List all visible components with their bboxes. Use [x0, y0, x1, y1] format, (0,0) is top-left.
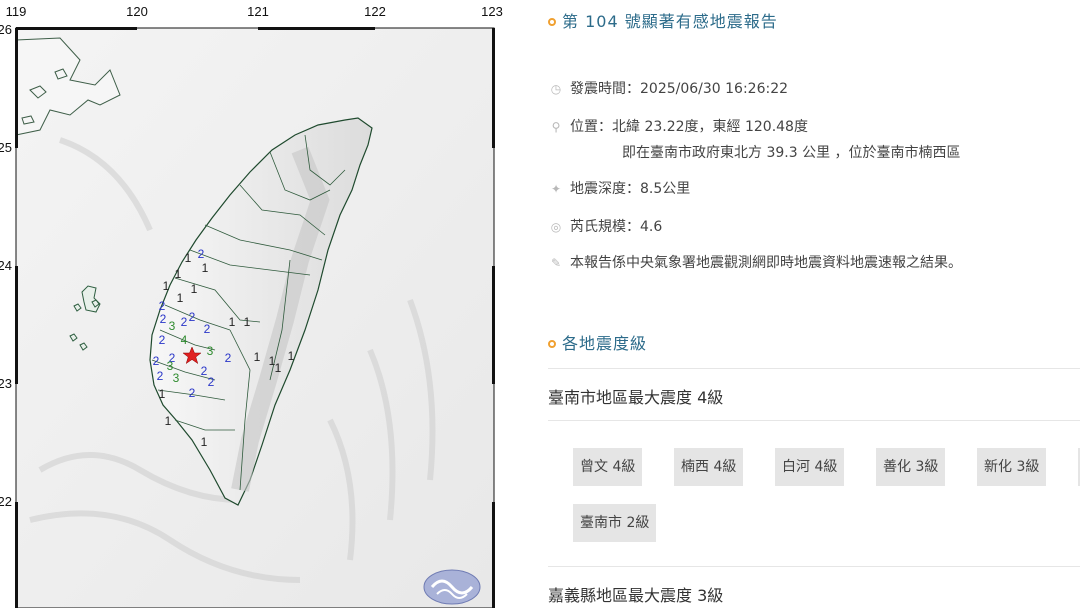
- station-intensity-value: 3: [169, 319, 176, 333]
- title-bullet-icon: [548, 18, 556, 26]
- depth-text: 地震深度：8.5公里: [570, 181, 691, 197]
- station-intensity-value: 1: [202, 261, 209, 275]
- depth-icon: ✦: [550, 182, 562, 196]
- station-intensity-value: 1: [275, 361, 282, 375]
- earthquake-report-panel: 第 104 號顯著有感地震報告 ◷ 發震時間：2025/06/30 16:26:2…: [548, 0, 1080, 608]
- intensity-section-title-text: 各地震度級: [562, 334, 648, 353]
- location-row: ⚲ 位置：北緯 23.22度，東經 120.48度: [548, 116, 808, 136]
- lon-label-121: 121: [247, 4, 269, 19]
- station-intensity-value: 2: [181, 315, 188, 329]
- lat-label-22: 22: [0, 494, 12, 509]
- station-intensity-value: 2: [159, 333, 166, 347]
- station-intensity-value: 1: [185, 251, 192, 265]
- station-intensity-value: 2: [201, 364, 208, 378]
- station-intensity-value: 2: [189, 386, 196, 400]
- location-detail: 即在臺南市政府東北方 39.3 公里 ，位於臺南市楠西區: [622, 145, 961, 161]
- station-intensity-value: 2: [204, 322, 211, 336]
- station-intensity-value: 1: [244, 315, 251, 329]
- lat-label-23: 23: [0, 376, 12, 391]
- station-tag: 善化 3級: [876, 448, 946, 486]
- intensity-map: 119 120 121 122 123 26 25 24 23 22 21111…: [0, 0, 520, 608]
- station-intensity-value: 3: [173, 371, 180, 385]
- station-tag: 新化 3級: [977, 448, 1047, 486]
- station-intensity-value: 1: [201, 435, 208, 449]
- lon-label-119: 119: [6, 4, 27, 19]
- station-intensity-value: 2: [153, 354, 160, 368]
- station-intensity-value: 1: [288, 349, 295, 363]
- station-intensity-value: 2: [157, 369, 164, 383]
- lon-label-123: 123: [481, 4, 503, 19]
- note-row: ✎ 本報告係中央氣象署地震觀測網即時地震資料地震速報之結果。: [548, 252, 962, 272]
- lon-label-120: 120: [126, 4, 148, 19]
- station-intensity-value: 1: [229, 315, 236, 329]
- report-title-text: 第 104 號顯著有感地震報告: [562, 12, 778, 31]
- location-text: 位置：北緯 23.22度，東經 120.48度: [570, 119, 808, 135]
- station-intensity-value: 1: [175, 267, 182, 281]
- station-intensity-value: 1: [165, 414, 172, 428]
- origin-time-text: 發震時間：2025/06/30 16:26:22: [570, 81, 789, 97]
- magnitude-text: 芮氏規模：4.6: [570, 219, 663, 235]
- magnitude-row: ◎ 芮氏規模：4.6: [548, 216, 663, 236]
- intensity-section-title: 各地震度級: [548, 330, 647, 354]
- lat-label-26: 26: [0, 22, 12, 37]
- station-intensity-value: 2: [208, 375, 215, 389]
- station-intensity-value: 2: [189, 310, 196, 324]
- map-pin-icon: ⚲: [551, 120, 561, 134]
- station-tag: 楠西 4級: [674, 448, 744, 486]
- station-intensity-value: 4: [181, 333, 188, 347]
- lat-label-24: 24: [0, 258, 12, 273]
- station-intensity-value: 1: [191, 282, 198, 296]
- station-intensity-value: 1: [159, 387, 166, 401]
- report-title: 第 104 號顯著有感地震報告: [548, 8, 778, 32]
- divider: [548, 566, 1080, 567]
- lat-label-25: 25: [0, 140, 12, 155]
- station-intensity-value: 1: [177, 291, 184, 305]
- section-bullet-icon: [548, 340, 556, 348]
- cwa-logo: [423, 569, 481, 605]
- region-heading-chiayi: 嘉義縣地區最大震度 3級: [548, 586, 724, 605]
- depth-row: ✦ 地震深度：8.5公里: [548, 178, 690, 198]
- origin-time-row: ◷ 發震時間：2025/06/30 16:26:22: [548, 78, 788, 98]
- station-tag: 白河 4級: [775, 448, 845, 486]
- clock-icon: ◷: [550, 82, 562, 96]
- station-intensity-value: 1: [163, 279, 170, 293]
- station-tag: 曾文 4級: [573, 448, 643, 486]
- station-intensity-value: 1: [254, 350, 261, 364]
- note-text: 本報告係中央氣象署地震觀測網即時地震資料地震速報之結果。: [570, 255, 962, 271]
- map-canvas: 119 120 121 122 123 26 25 24 23 22 21111…: [0, 4, 503, 608]
- station-intensity-value: 2: [225, 351, 232, 365]
- magnitude-icon: ◎: [550, 220, 562, 234]
- divider: [548, 368, 1080, 369]
- station-intensity-value: 3: [207, 344, 214, 358]
- region-heading-tainan: 臺南市地區最大震度 4級: [548, 388, 724, 407]
- station-intensity-value: 2: [160, 312, 167, 326]
- note-pen-icon: ✎: [550, 256, 562, 270]
- station-intensity-value: 2: [159, 299, 166, 313]
- station-intensity-value: 2: [198, 247, 205, 261]
- divider: [548, 420, 1080, 421]
- lon-label-122: 122: [364, 4, 386, 19]
- station-tag: 臺南市 2級: [573, 504, 657, 542]
